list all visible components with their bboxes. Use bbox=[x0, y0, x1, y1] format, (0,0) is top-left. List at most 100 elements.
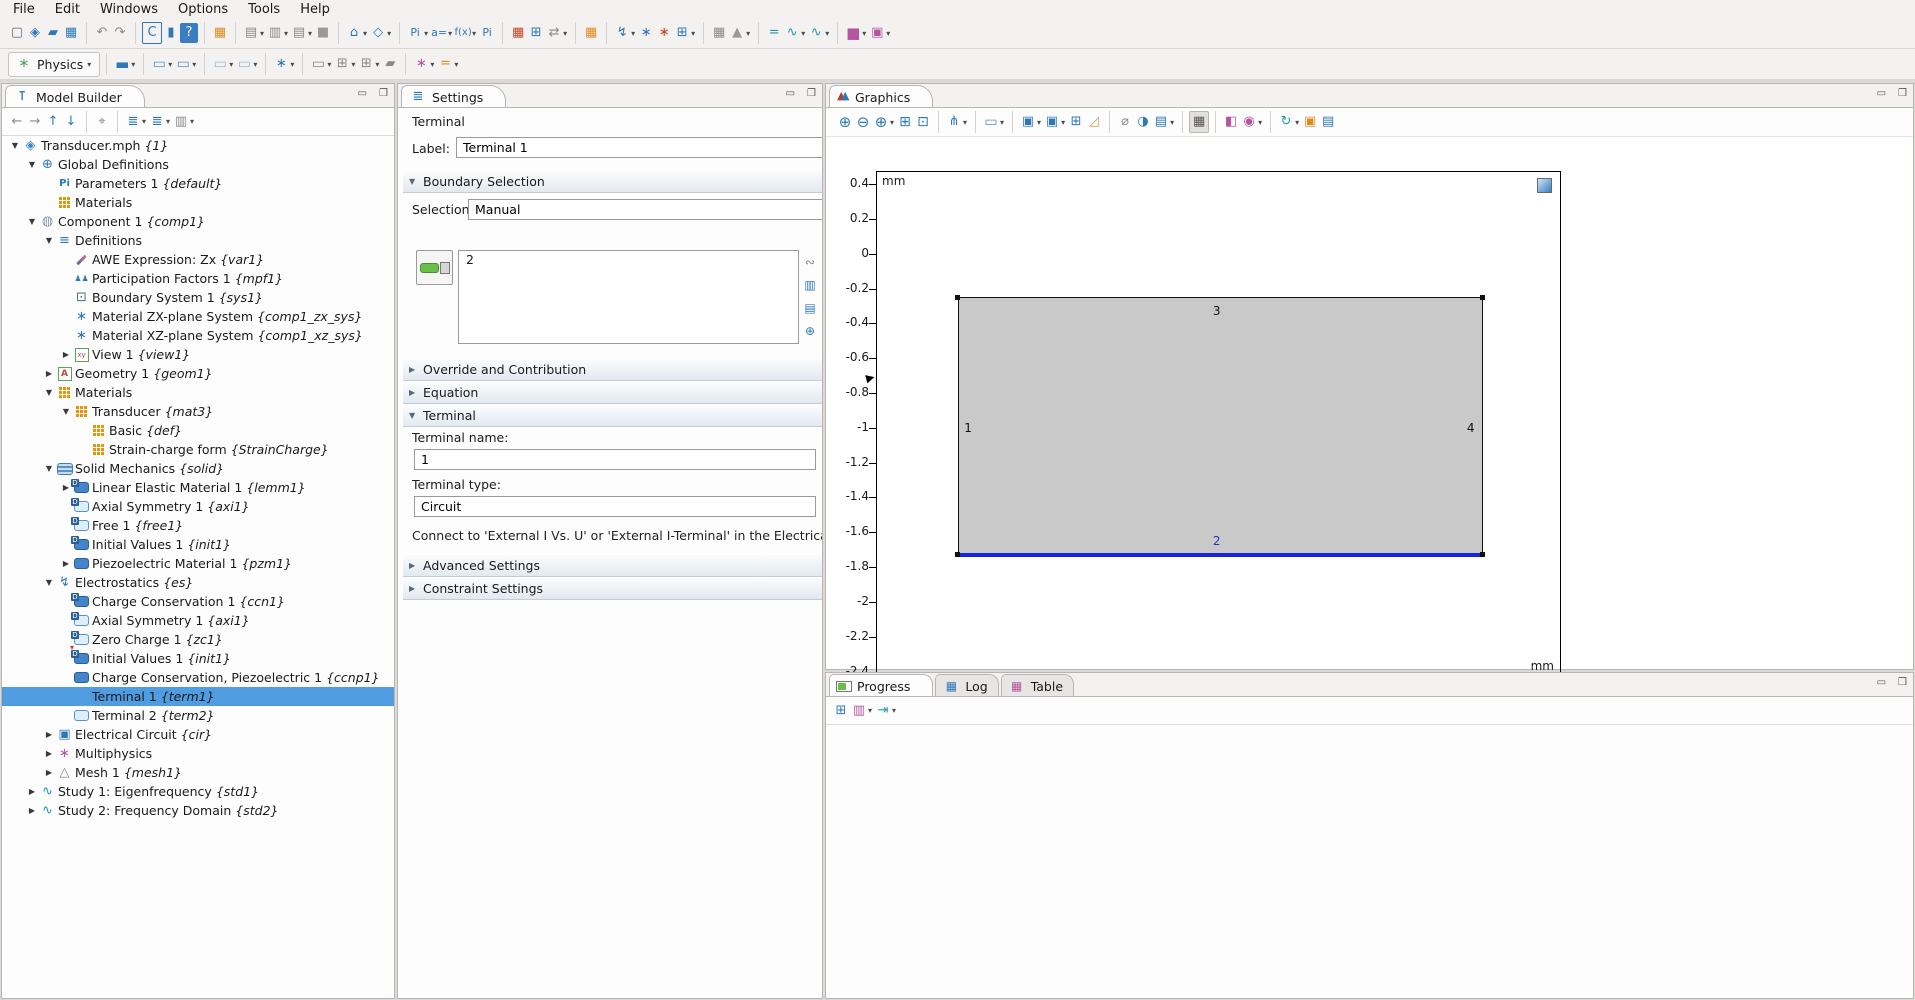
global-attribute-icon[interactable]: ∗ bbox=[272, 54, 290, 74]
scene-light-icon[interactable]: ◧ bbox=[1222, 112, 1240, 132]
minimize-button[interactable]: ▭ bbox=[1877, 88, 1886, 99]
clip-view-icon[interactable]: ▤ bbox=[1152, 112, 1170, 132]
progress-detail-icon-dropdown[interactable]: ▾ bbox=[868, 706, 872, 715]
point-attribute-icon[interactable]: ▭ bbox=[235, 54, 253, 74]
geometry-domain[interactable] bbox=[958, 297, 1483, 555]
tree-item-geometry-1[interactable]: ▶Geometry 1{geom1} bbox=[2, 364, 394, 383]
lasso-select-icon[interactable]: ◿ bbox=[1085, 112, 1103, 132]
group-select-icon[interactable]: ▣ bbox=[1043, 112, 1061, 132]
tree-item-basic[interactable]: Basic{def} bbox=[2, 421, 394, 440]
tree-expander-icon[interactable]: ▼ bbox=[42, 388, 56, 397]
section-terminal[interactable]: ▼ Terminal bbox=[403, 404, 822, 427]
geometry-menu-icon[interactable]: ◇ bbox=[369, 23, 387, 43]
tree-expander-icon[interactable]: ▶ bbox=[42, 730, 56, 739]
tree-expander-icon[interactable]: ▶ bbox=[59, 350, 73, 359]
load-group-icon-dropdown[interactable]: ▾ bbox=[327, 60, 331, 69]
restore-button[interactable]: ❒ bbox=[1898, 677, 1907, 688]
tree-item-terminal-1[interactable]: Terminal 1{term1} bbox=[2, 687, 394, 706]
window-settings-icon-dropdown[interactable]: ▾ bbox=[284, 29, 288, 38]
menu-options[interactable]: Options bbox=[169, 2, 237, 17]
clip-view-icon-dropdown[interactable]: ▾ bbox=[1170, 118, 1174, 127]
geometry-menu-icon-dropdown[interactable]: ▾ bbox=[387, 29, 391, 38]
restore-button[interactable]: ❒ bbox=[379, 88, 388, 99]
grid-toggle-icon[interactable]: ▦ bbox=[1189, 111, 1209, 133]
tree-item-axial-symmetry-1[interactable]: Axial Symmetry 1{axi1} bbox=[2, 497, 394, 516]
tree-item-boundary-system-1[interactable]: ⊡Boundary System 1{sys1} bbox=[2, 288, 394, 307]
folder-group-icon[interactable]: ▰ bbox=[381, 54, 399, 74]
tree-item-parameters-1[interactable]: PiParameters 1{default} bbox=[2, 174, 394, 193]
global-attribute-icon-dropdown[interactable]: ▾ bbox=[290, 60, 294, 69]
tree-item-mesh-1[interactable]: ▶△Mesh 1{mesh1} bbox=[2, 763, 394, 782]
section-advanced[interactable]: ▶ Advanced Settings bbox=[403, 554, 822, 577]
tree-expander-icon[interactable]: ▼ bbox=[42, 236, 56, 245]
tree-expander-icon[interactable]: ▶ bbox=[42, 749, 56, 758]
physics-selector[interactable]: ∗Physics▾ bbox=[8, 52, 100, 77]
import-physics-icon-dropdown[interactable]: ▾ bbox=[691, 29, 695, 38]
stop-icon[interactable]: ■ bbox=[314, 23, 332, 43]
plot-corner-icon[interactable] bbox=[1537, 178, 1552, 193]
node-label-icon[interactable]: ▥ bbox=[172, 112, 190, 132]
vertex-marker[interactable] bbox=[1480, 552, 1485, 557]
selection-active-toggle[interactable] bbox=[416, 250, 453, 285]
material-group-icon[interactable]: ⊞ bbox=[357, 54, 375, 74]
study-menu-icon-dropdown[interactable]: ▾ bbox=[801, 29, 805, 38]
vertex-marker[interactable] bbox=[955, 552, 960, 557]
section-override[interactable]: ▶ Override and Contribution bbox=[403, 358, 822, 381]
functions-icon[interactable]: f(x) bbox=[454, 23, 472, 43]
build-mesh-icon[interactable]: ▦ bbox=[710, 23, 728, 43]
snapshot-icon[interactable]: ▣ bbox=[1301, 112, 1319, 132]
functions-icon-dropdown[interactable]: ▾ bbox=[472, 29, 476, 38]
refresh-material-icon[interactable]: ⇄ bbox=[545, 23, 563, 43]
tree-item-initial-values-1[interactable]: Initial Values 1{init1} bbox=[2, 535, 394, 554]
tree-item-multiphysics[interactable]: ▶∗Multiphysics bbox=[2, 744, 394, 763]
tree-item-materials[interactable]: Materials bbox=[2, 193, 394, 212]
color-theme-icon[interactable]: ■ bbox=[844, 23, 862, 43]
tree-item-materials[interactable]: ▼Materials bbox=[2, 383, 394, 402]
tree-expander-icon[interactable]: ▶ bbox=[25, 787, 39, 796]
restore-button[interactable]: ❒ bbox=[807, 88, 816, 99]
tab-log[interactable]: ▦Log bbox=[935, 674, 998, 697]
menu-edit[interactable]: Edit bbox=[46, 2, 89, 17]
tree-item-axial-symmetry-1[interactable]: Axial Symmetry 1{axi1} bbox=[2, 611, 394, 630]
tree-expander-icon[interactable]: ▼ bbox=[59, 407, 73, 416]
reset-view-icon-dropdown[interactable]: ▾ bbox=[1295, 118, 1299, 127]
selected-boundary-edge[interactable] bbox=[958, 553, 1483, 557]
collapse-all-icon-dropdown[interactable]: ▾ bbox=[142, 117, 146, 126]
zoom-out-icon[interactable]: ⊖ bbox=[854, 112, 872, 132]
selection-dropdown[interactable] bbox=[468, 199, 822, 220]
section-equation[interactable]: ▶ Equation bbox=[403, 381, 822, 404]
selection-list-item[interactable]: 2 bbox=[459, 251, 798, 268]
mesh-menu-icon[interactable]: ▲ bbox=[728, 23, 746, 43]
tree-item-solid-mechanics[interactable]: ▼Solid Mechanics{solid} bbox=[2, 459, 394, 478]
help-icon[interactable]: ? bbox=[180, 23, 198, 43]
minimize-button[interactable]: ▭ bbox=[786, 88, 795, 99]
add-study-icon-dropdown[interactable]: ▾ bbox=[825, 29, 829, 38]
tree-item-global-definitions[interactable]: ▼⊕Global Definitions bbox=[2, 155, 394, 174]
label-field[interactable] bbox=[456, 137, 822, 158]
tree-item-free-1[interactable]: Free 1{free1} bbox=[2, 516, 394, 535]
vertex-marker[interactable] bbox=[955, 295, 960, 300]
hide-objects-icon[interactable]: ⌀ bbox=[1116, 112, 1134, 132]
domain-attribute-icon[interactable]: ▬ bbox=[113, 54, 131, 74]
tree-expander-icon[interactable]: ▼ bbox=[42, 578, 56, 587]
mesh-menu-icon-dropdown[interactable]: ▾ bbox=[746, 29, 750, 38]
parameters-icon[interactable]: Pi bbox=[406, 23, 424, 43]
redo-icon[interactable]: ↷ bbox=[111, 23, 129, 43]
constraint-group-icon-dropdown[interactable]: ▾ bbox=[351, 60, 355, 69]
import-physics-icon[interactable]: ⊞ bbox=[673, 23, 691, 43]
move-down-icon[interactable]: ↓ bbox=[62, 112, 80, 132]
group-select-icon-dropdown[interactable]: ▾ bbox=[1061, 118, 1065, 127]
layers-icon[interactable]: ▣ bbox=[868, 23, 886, 43]
window-layout-icon[interactable]: ▤ bbox=[290, 23, 308, 43]
new-file-icon[interactable]: ▢ bbox=[8, 23, 26, 43]
move-progress-icon[interactable]: ⇥ bbox=[874, 701, 892, 721]
variables-icon-dropdown[interactable]: ▾ bbox=[448, 29, 452, 38]
tab-progress[interactable]: Progress bbox=[829, 674, 933, 697]
tree-item-material-zx-plane-system[interactable]: ∗Material ZX-plane System{comp1_zx_sys} bbox=[2, 307, 394, 326]
zoom-extents-icon[interactable]: ⊞ bbox=[896, 112, 914, 132]
boundary-attribute-icon[interactable]: ▭ bbox=[150, 54, 168, 74]
tree-expander-icon[interactable]: ▼ bbox=[8, 141, 22, 150]
go-back-icon[interactable]: ← bbox=[8, 112, 26, 132]
boundary-attribute-icon-dropdown[interactable]: ▾ bbox=[168, 60, 172, 69]
menu-help[interactable]: Help bbox=[291, 2, 339, 17]
